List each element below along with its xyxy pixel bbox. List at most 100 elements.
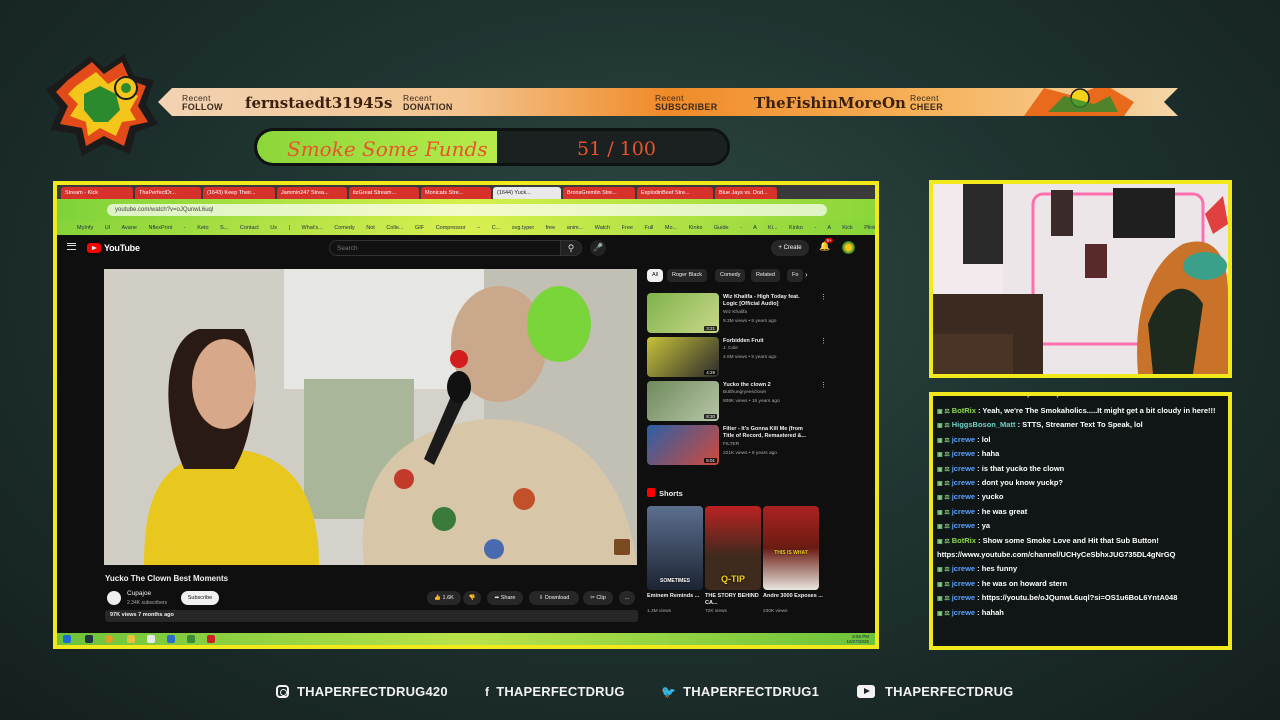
chat-message-text: : he was great — [977, 506, 1028, 516]
social-youtube[interactable]: THAPERFECTDRUG — [857, 684, 1013, 702]
video-thumbnail[interactable]: 5:01 — [647, 425, 719, 465]
more-vert-icon[interactable]: ⋮ — [820, 337, 827, 345]
chat-username[interactable]: HiggsBoson_Matt — [952, 420, 1016, 429]
chip-fo[interactable]: Fo — [787, 269, 804, 282]
short-thumbnail[interactable]: THIS IS WHAT — [763, 506, 819, 590]
like-button[interactable]: 👍 1.6K — [427, 591, 461, 605]
chat-username[interactable]: BotRix — [952, 536, 976, 545]
browser-tab[interactable]: (1643) Keep Their... — [203, 187, 275, 199]
chat-username[interactable]: jcrewe — [952, 579, 975, 588]
channel-name[interactable]: Cupajoe — [127, 590, 151, 597]
chip-roger-black[interactable]: Roger Black — [667, 269, 707, 282]
chrome-icon[interactable] — [105, 635, 113, 643]
menu-icon[interactable] — [67, 243, 76, 250]
browser-tab[interactable]: itzGreat Stream... — [349, 187, 419, 199]
short-overlay-text: THIS IS WHAT — [774, 550, 808, 556]
create-button[interactable]: + Create — [771, 240, 809, 256]
search-icon[interactable]: ⚲ — [560, 240, 582, 256]
chat-username[interactable]: jcrewe — [952, 521, 975, 530]
system-clock[interactable]: 8:56 PM 10/27/2025 — [846, 634, 869, 644]
chip-related[interactable]: Related — [751, 269, 780, 282]
share-icon: ➦ — [494, 595, 500, 601]
browser-tab[interactable]: Blue Jays vs. Dod... — [715, 187, 777, 199]
chat-username[interactable]: BotRix — [952, 406, 976, 415]
chat-username[interactable]: jcrewe — [952, 449, 975, 458]
browser-tab[interactable]: Jammin247 Strea... — [277, 187, 347, 199]
chip-all[interactable]: All — [647, 269, 664, 282]
chat-username[interactable]: jcrewe — [952, 564, 975, 573]
lion-logo — [46, 54, 158, 156]
recommended-video[interactable]: 8:30 Yucko the clown 2 Butthungryeesclow… — [647, 381, 827, 421]
thumbs-down-icon: 👎 — [468, 595, 476, 601]
download-button[interactable]: ⇩ Download — [529, 591, 579, 605]
recommended-meta: 808K views • 15 years ago — [723, 399, 780, 404]
recommended-video[interactable]: 5:01 Filter - It's Gonna Kill Me (from T… — [647, 425, 827, 465]
chat-username[interactable]: jcrewe — [952, 478, 975, 487]
app-icon[interactable] — [187, 635, 195, 643]
twitter-icon: 🐦 — [661, 685, 677, 699]
clip-button[interactable]: ✂ Clip — [583, 591, 613, 605]
video-description[interactable]: 97K views 7 months ago — [105, 610, 638, 622]
more-actions-button[interactable]: ... — [619, 591, 635, 605]
recommended-title: Filter - It's Gonna Kill Me (from Title … — [723, 426, 807, 439]
chevron-right-icon[interactable]: › — [805, 270, 808, 279]
social-facebook[interactable]: f THAPERFECTDRUG — [485, 684, 625, 702]
social-twitter[interactable]: 🐦 THAPERFECTDRUG1 — [661, 684, 819, 702]
search-input[interactable]: Search — [329, 240, 561, 256]
browser-tab[interactable]: ThaPerfectDr... — [135, 187, 201, 199]
chat-username[interactable]: jcrewe — [952, 492, 975, 501]
channel-avatar[interactable] — [107, 591, 121, 605]
short-thumbnail[interactable]: SOMETIMES — [647, 506, 703, 590]
bell-icon[interactable]: 🔔 9+ — [819, 238, 834, 252]
browser-tab[interactable]: BronsGremlin Stre... — [563, 187, 635, 199]
app-icon[interactable] — [167, 635, 175, 643]
short-thumbnail[interactable]: Q-TIP — [705, 506, 761, 590]
browser-tab[interactable]: ExplodinBeef Stre... — [637, 187, 713, 199]
avatar[interactable] — [842, 241, 855, 254]
bookmarks-bar[interactable]: MyInfy UI Avane NflexPrint - Keto S... C… — [57, 221, 875, 235]
browser-tab[interactable]: Monicats Stre... — [421, 187, 491, 199]
recent-events-banner: Recent FOLLOW fernstaedt31945s Recent DONA… — [158, 88, 1178, 116]
folder-icon[interactable] — [127, 635, 135, 643]
search-icon[interactable] — [85, 635, 93, 643]
video-thumbnail[interactable]: 3:21 — [647, 293, 719, 333]
video-thumbnail[interactable]: 4:29 — [647, 337, 719, 377]
microphone-icon[interactable]: 🎤 — [590, 240, 606, 256]
shorts-header: Shorts — [647, 488, 683, 498]
short-overlay-text: SOMETIMES — [659, 578, 690, 584]
chip-comedy[interactable]: Comedy — [715, 269, 746, 282]
video-duration: 4:29 — [704, 370, 717, 375]
youtube-play-icon — [87, 243, 101, 253]
subscribe-button[interactable]: Subscribe — [181, 591, 219, 605]
app-icon[interactable] — [207, 635, 215, 643]
chat-badge-icon: ▣ ⚖ — [937, 437, 950, 444]
chat-username[interactable]: jcrewe — [952, 435, 975, 444]
recommended-video[interactable]: 3:21 Wiz Khalifa - High Today feat. Logi… — [647, 293, 827, 333]
video-thumbnail[interactable]: 8:30 — [647, 381, 719, 421]
browser-tab[interactable]: Stream - Kick — [61, 187, 133, 199]
more-vert-icon[interactable]: ⋮ — [820, 381, 827, 389]
chat-username[interactable]: jcrewe — [952, 593, 975, 602]
recommended-meta: 9.3M views • 5 years ago — [723, 319, 777, 324]
windows-start-icon[interactable] — [63, 635, 71, 643]
chat-username[interactable]: jcrewe — [952, 507, 975, 516]
recommended-channel: Wiz Khalifa — [723, 310, 747, 315]
chat-username[interactable]: jcrewe — [952, 608, 975, 617]
youtube-logo[interactable]: YouTube — [87, 242, 140, 254]
recommended-video[interactable]: 4:29 Forbidden Fruit J. Cole 4.6M views … — [647, 337, 827, 377]
more-vert-icon[interactable]: ⋮ — [820, 293, 827, 301]
store-icon[interactable] — [147, 635, 155, 643]
social-instagram[interactable]: THAPERFECTDRUG420 — [276, 684, 448, 702]
share-label: Share — [500, 595, 516, 601]
video-player[interactable] — [104, 269, 637, 565]
chat-message-text: : hahah — [977, 607, 1004, 617]
chat-message-text[interactable]: https://www.youtube.com/channel/UCHyCeSb… — [937, 550, 1176, 559]
chat-message: ▣ ⚖ BotRix : Show some Smoke Love and Hit… — [937, 535, 1224, 548]
share-button[interactable]: ➦ Share — [487, 591, 523, 605]
chat-username[interactable]: jcrewe — [952, 464, 975, 473]
dislike-button[interactable]: 👎 — [463, 591, 481, 605]
browser-tab-active[interactable]: (1644) Yuck... — [493, 187, 561, 199]
notification-badge: 9+ — [825, 238, 834, 243]
recommended-meta: 221K views • 6 years ago — [723, 451, 777, 456]
url-field[interactable]: youtube.com/watch?v=oJQunwL6uql — [107, 204, 827, 216]
